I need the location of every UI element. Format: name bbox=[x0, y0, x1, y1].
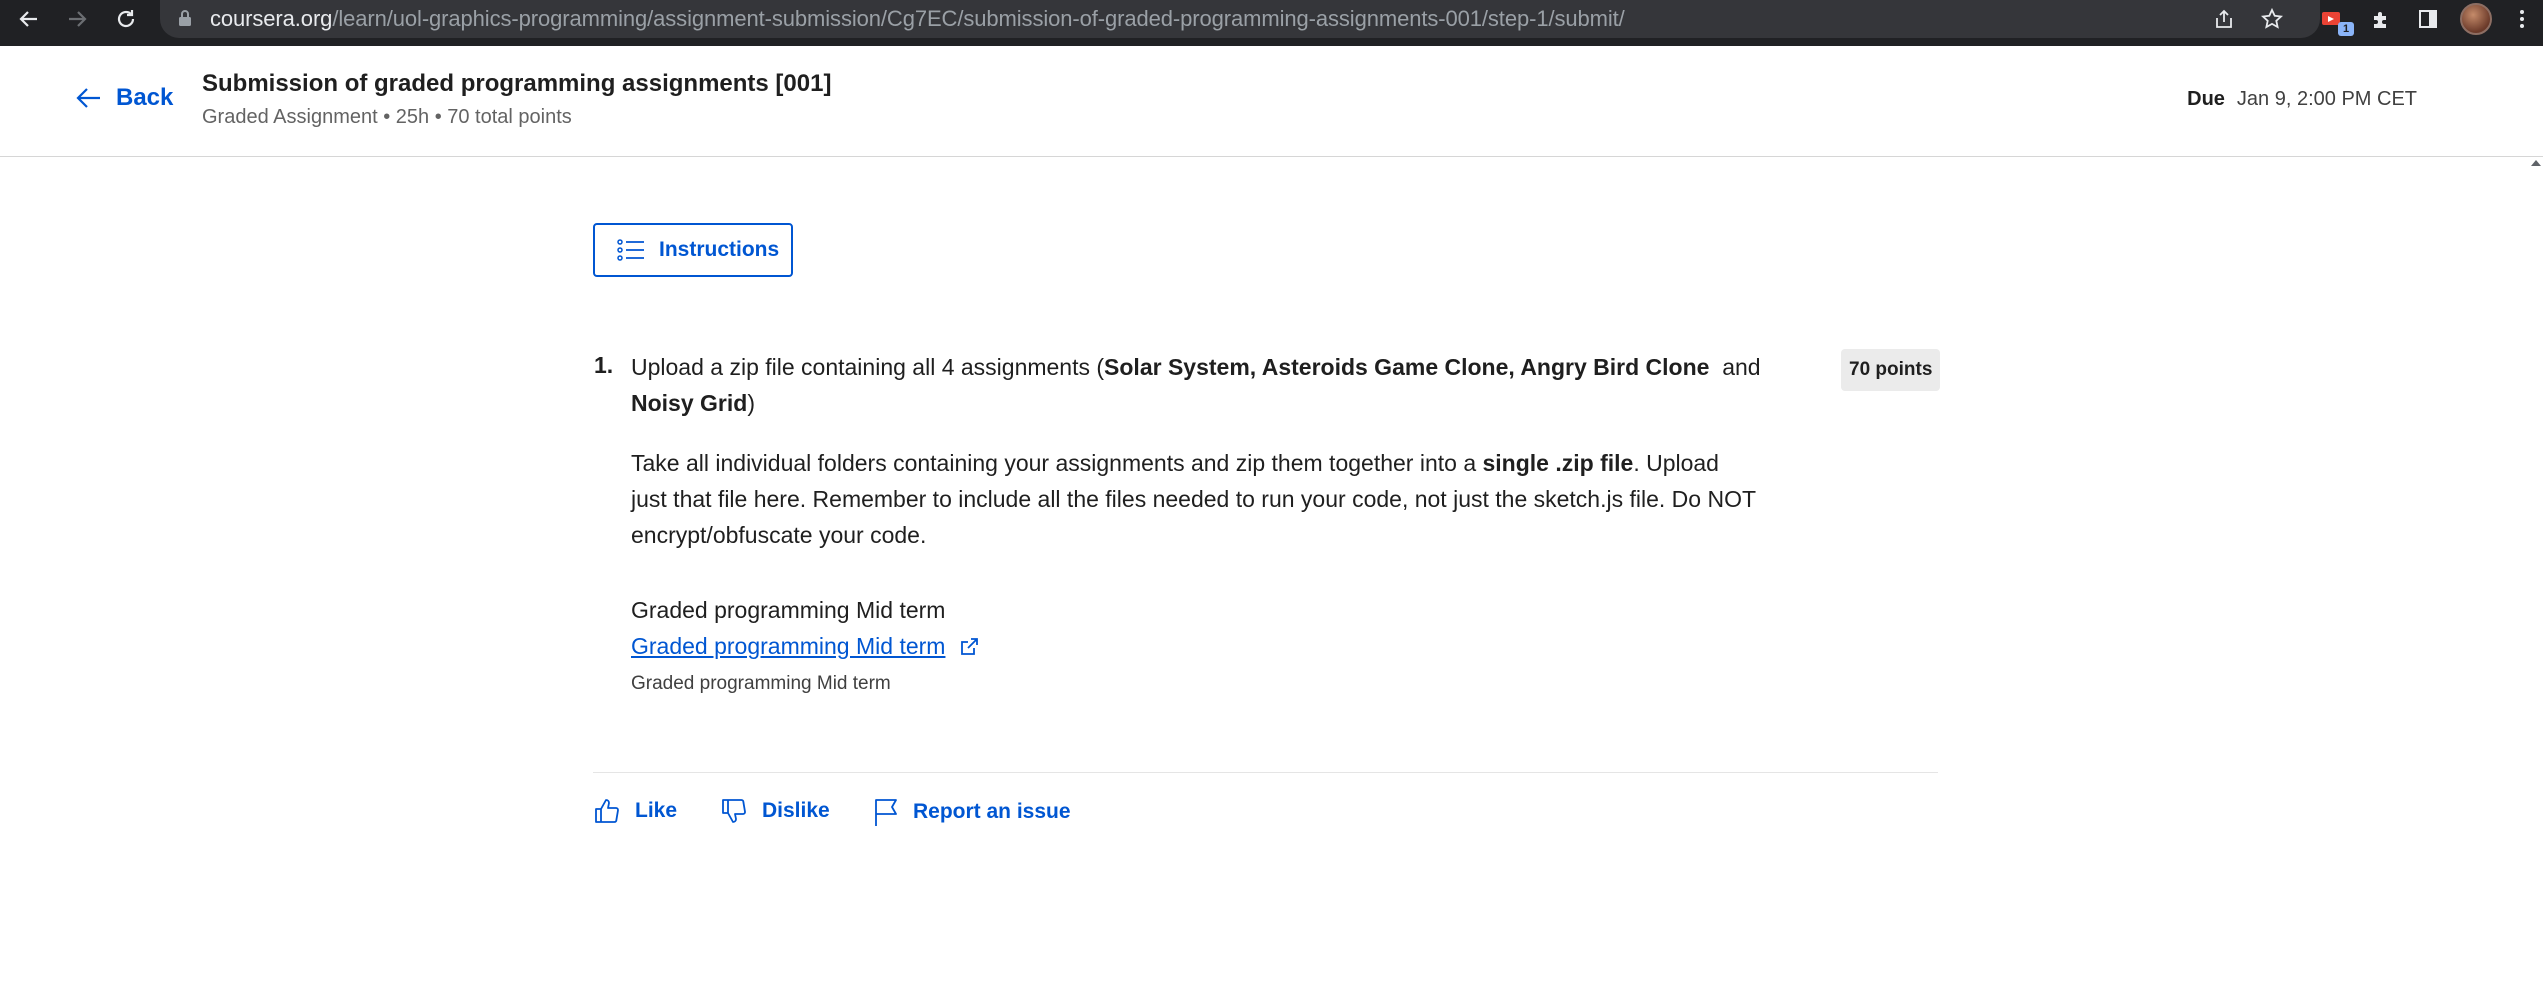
url-host: coursera.org bbox=[210, 6, 333, 31]
reload-icon[interactable] bbox=[107, 0, 145, 38]
report-issue-button[interactable]: Report an issue bbox=[873, 797, 1071, 827]
thumbs-up-icon bbox=[595, 799, 619, 823]
url-text[interactable]: coursera.org/learn/uol-graphics-programm… bbox=[210, 5, 1625, 33]
avatar[interactable] bbox=[2460, 3, 2492, 35]
dislike-label: Dislike bbox=[762, 799, 830, 822]
dislike-button[interactable]: Dislike bbox=[720, 797, 830, 825]
question-number: 1. bbox=[594, 352, 614, 378]
page-title: Submission of graded programming assignm… bbox=[202, 70, 832, 97]
question-bold-list: Solar System, Asteroids Game Clone, Angr… bbox=[1104, 354, 1710, 380]
arrow-left-icon bbox=[76, 88, 100, 108]
thumbs-down-icon bbox=[722, 799, 746, 823]
desc-part1: Take all individual folders containing y… bbox=[631, 450, 1483, 476]
page-header: Back Submission of graded programming as… bbox=[0, 46, 2543, 157]
instructions-label: Instructions bbox=[659, 238, 780, 261]
question-close-paren: ) bbox=[747, 390, 755, 416]
due-value: Jan 9, 2:00 PM CET bbox=[2236, 88, 2417, 110]
due-label: Due bbox=[2187, 88, 2225, 110]
question-intro: Upload a zip file containing all 4 assig… bbox=[631, 354, 1105, 380]
question-bold-last: Noisy Grid bbox=[631, 390, 748, 416]
back-arrow-icon[interactable] bbox=[10, 0, 48, 38]
list-icon bbox=[617, 239, 644, 261]
like-button[interactable]: Like bbox=[593, 797, 677, 825]
flag-icon bbox=[875, 799, 897, 826]
report-label: Report an issue bbox=[913, 800, 1071, 823]
more-icon[interactable] bbox=[2508, 5, 2536, 33]
question-prompt: Upload a zip file containing all 4 assig… bbox=[631, 349, 1761, 421]
extension-badge: 1 bbox=[2338, 22, 2354, 36]
file-link-text: Graded programming Mid term bbox=[631, 633, 946, 659]
scrollbar-up-arrow[interactable] bbox=[2531, 160, 2541, 166]
page-subtitle: Graded Assignment • 25h • 70 total point… bbox=[202, 106, 572, 128]
lock-icon[interactable] bbox=[178, 9, 192, 27]
due-date: Due Jan 9, 2:00 PM CET bbox=[2187, 88, 2417, 111]
points-badge: 70 points bbox=[1841, 349, 1941, 391]
like-label: Like bbox=[635, 799, 678, 822]
file-caption: Graded programming Mid term bbox=[631, 673, 891, 694]
instructions-button[interactable]: Instructions bbox=[593, 223, 793, 277]
back-button[interactable]: Back bbox=[76, 84, 173, 112]
question-description: Take all individual folders containing y… bbox=[631, 445, 1761, 553]
star-icon[interactable] bbox=[2258, 5, 2286, 33]
puzzle-icon[interactable] bbox=[2367, 5, 2395, 33]
desc-bold: single .zip file bbox=[1482, 450, 1634, 476]
question-and: and bbox=[1722, 354, 1761, 380]
external-link-icon bbox=[961, 637, 979, 655]
divider bbox=[593, 772, 1938, 773]
url-path: /learn/uol-graphics-programming/assignme… bbox=[332, 6, 1625, 31]
file-link[interactable]: Graded programming Mid term bbox=[631, 633, 979, 660]
back-label: Back bbox=[116, 84, 174, 111]
share-icon[interactable] bbox=[2210, 5, 2238, 33]
browser-toolbar: coursera.org/learn/uol-graphics-programm… bbox=[0, 0, 2543, 46]
forward-arrow-icon[interactable] bbox=[58, 0, 96, 38]
side-panel-icon[interactable] bbox=[2414, 5, 2442, 33]
file-label: Graded programming Mid term bbox=[631, 597, 946, 623]
